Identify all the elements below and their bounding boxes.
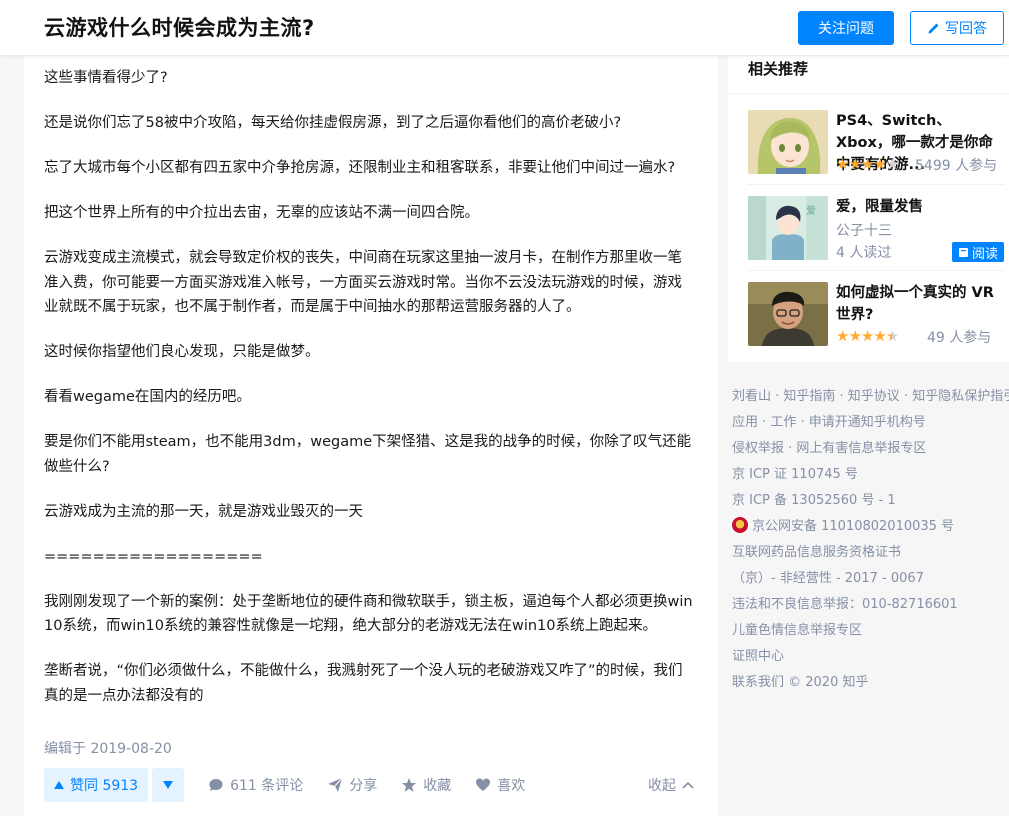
svg-text:爱: 爱: [806, 204, 816, 217]
vote-up-button[interactable]: 赞同 5913: [44, 768, 149, 802]
recommendation-title[interactable]: 如何虚拟一个真实的 VR 世界?: [836, 282, 1006, 326]
star-icon: [402, 778, 417, 792]
answer-card: 这些事情看得少了? 还是说你们忘了58被中介攻陷，每天给你挂虚假房源，到了之后逼…: [24, 56, 718, 816]
collapse-label: 收起: [648, 778, 676, 794]
answer-paragraph: 这时候你指望他们良心发现，只能是做梦。: [44, 344, 320, 360]
answer-actions: 赞同 5913 611 条评论 分享 收藏 喜欢 收起: [44, 768, 694, 802]
footer-icp-license[interactable]: 京 ICP 证 110745 号: [732, 462, 1009, 488]
share-label: 分享: [349, 778, 378, 794]
comments-button[interactable]: 611 条评论: [208, 775, 303, 795]
site-footer: 刘看山 · 知乎指南 · 知乎协议 · 知乎隐私保护指引 应用 · 工作 · 申…: [732, 384, 1009, 696]
star-icon: ★: [873, 155, 886, 173]
answer-paragraph: 要是你们不能用steam，也不能用3dm，wegame下架怪猎、这是我的战争的时…: [44, 434, 692, 475]
related-title: 相关推荐: [748, 60, 809, 78]
person-photo-thumbnail[interactable]: [748, 282, 828, 346]
read-button[interactable]: 阅读: [952, 242, 1004, 262]
vote-count: 赞同 5913: [70, 778, 139, 794]
answer-paragraph: 垄断者说，“你们必须做什么，不能做什么，我溅射死了一个没人玩的老破游戏又咋了”的…: [44, 663, 683, 704]
favorite-label: 收藏: [423, 778, 452, 794]
divider: [748, 270, 1004, 271]
reader-count: 4 人读过: [836, 245, 892, 261]
question-title[interactable]: 云游戏什么时候会成为主流?: [44, 13, 315, 43]
chevron-up-icon: [682, 781, 694, 789]
edit-time[interactable]: 编辑于 2019-08-20: [44, 738, 172, 758]
share-button[interactable]: 分享: [327, 775, 377, 795]
like-label: 喜欢: [497, 778, 526, 794]
write-answer-label: 写回答: [945, 21, 987, 37]
star-icon: ★: [860, 155, 874, 173]
footer-child-report[interactable]: 儿童色情信息举报专区: [732, 618, 1009, 644]
rating-stars: ★★★★★: [836, 327, 899, 345]
rating-stars: ★★★★★: [836, 155, 899, 173]
collapse-button[interactable]: 收起: [648, 775, 694, 795]
triangle-down-icon: [163, 781, 174, 789]
star-icon: ★: [836, 155, 849, 173]
answer-paragraph: 忘了大城市每个小区都有四五家中介争抢房源，还限制业主和租客联系，非要让他们中间过…: [44, 160, 676, 176]
related-recommendations: 相关推荐 PS4、Switch、Xbox，哪一款才是你命中要有的游... ★★★…: [728, 44, 1009, 362]
police-badge-icon: [732, 517, 748, 533]
answer-paragraph: 看看wegame在国内的经历吧。: [44, 389, 251, 405]
question-header: 云游戏什么时候会成为主流? 关注问题 写回答: [0, 0, 1009, 56]
half-star-icon: ★: [885, 327, 899, 345]
share-icon: [328, 777, 343, 792]
write-answer-button[interactable]: 写回答: [910, 11, 1004, 45]
participant-count: 5499 人参与: [915, 158, 998, 174]
footer-illegal-report[interactable]: 违法和不良信息举报：010-82716601: [732, 592, 1009, 618]
answer-paragraph: 还是说你们忘了58被中介攻陷，每天给你挂虚假房源，到了之后逼你看他们的高价老破小…: [44, 115, 622, 131]
star-icon: ★: [860, 327, 874, 345]
footer-contact[interactable]: 联系我们 © 2020 知乎: [732, 670, 1009, 696]
author-name[interactable]: 公子十三: [836, 220, 892, 240]
footer-certificates[interactable]: 证照中心: [732, 644, 1009, 670]
answer-separator: ==================: [44, 548, 263, 565]
footer-links[interactable]: 应用 · 工作 · 申请开通知乎机构号: [732, 410, 1009, 436]
participant-count: 49 人参与: [927, 330, 992, 346]
answer-paragraph: 云游戏成为主流的那一天，就是游戏业毁灭的一天: [44, 503, 363, 520]
answer-paragraph: 我刚刚发现了一个新的案例：处于垄断地位的硬件商和微软联手，锁主板，逼迫每个人都必…: [44, 593, 693, 635]
anime-boy-thumbnail[interactable]: 爱: [748, 196, 828, 260]
police-record-label: 京公网安备 11010802010035 号: [752, 519, 955, 534]
heart-icon: [476, 778, 491, 791]
follow-question-button[interactable]: 关注问题: [798, 11, 894, 45]
divider: [748, 184, 1004, 185]
comment-icon: [209, 779, 223, 791]
star-icon: ★: [836, 327, 849, 345]
recommendation-item[interactable]: PS4、Switch、Xbox，哪一款才是你命中要有的游... ★★★★★ 54…: [748, 110, 1004, 178]
star-icon: ★: [885, 155, 899, 173]
like-button[interactable]: 喜欢: [475, 775, 525, 795]
pencil-icon: [928, 23, 939, 34]
star-icon: ★: [873, 327, 886, 345]
star-icon: ★: [848, 327, 861, 345]
anime-girl-thumbnail[interactable]: [748, 110, 828, 174]
footer-police-record[interactable]: 京公网安备 11010802010035 号: [732, 514, 1009, 540]
footer-drug-license[interactable]: 互联网药品信息服务资格证书: [732, 540, 1009, 566]
footer-drug-license-number: （京）- 非经营性 - 2017 - 0067: [732, 571, 924, 586]
favorite-button[interactable]: 收藏: [401, 775, 451, 795]
book-icon: [958, 247, 968, 257]
read-label: 阅读: [971, 246, 998, 262]
footer-links[interactable]: 刘看山 · 知乎指南 · 知乎协议 · 知乎隐私保护指引: [732, 384, 1009, 410]
recommendation-title[interactable]: 爱，限量发售: [836, 196, 1006, 218]
answer-content: 这些事情看得少了? 还是说你们忘了58被中介攻陷，每天给你挂虚假房源，到了之后逼…: [44, 66, 694, 729]
divider: [728, 93, 1009, 94]
comments-label: 611 条评论: [230, 778, 304, 794]
vote-down-button[interactable]: [152, 768, 185, 802]
star-icon: ★: [848, 155, 861, 173]
recommendation-item[interactable]: 爱 爱，限量发售 公子十三 4 人读过 阅读: [748, 196, 1004, 264]
answer-paragraph: 把这个世界上所有的中介拉出去宙，无辜的应该站不满一间四合院。: [44, 205, 479, 221]
answer-paragraph: 这些事情看得少了?: [44, 70, 168, 86]
answer-paragraph: 云游戏变成主流模式，就会导致定价权的丧失，中间商在玩家这里抽一波月卡，在制作方那…: [44, 250, 682, 315]
recommendation-item[interactable]: 如何虚拟一个真实的 VR 世界? ★★★★★ 49 人参与: [748, 282, 1004, 350]
triangle-up-icon: [54, 781, 64, 789]
footer-icp-record[interactable]: 京 ICP 备 13052560 号 - 1: [732, 488, 1009, 514]
footer-report[interactable]: 侵权举报 · 网上有害信息举报专区: [732, 436, 1009, 462]
